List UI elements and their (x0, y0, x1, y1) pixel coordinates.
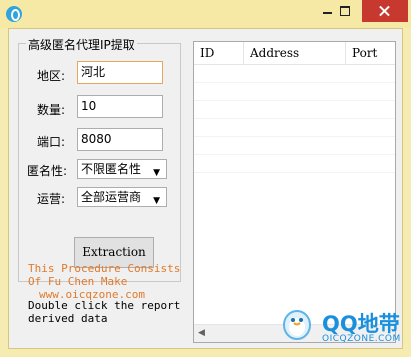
proxy-extract-group: 高级匿名代理IP提取 地区: 河北 数量: 10 端口: 8080 匿名性: 不… (18, 36, 181, 282)
carrier-select[interactable]: 全部运营商 ▼ (77, 187, 167, 207)
credit-line-1: This Procedure Consists (28, 262, 181, 275)
chevron-down-icon: ▼ (153, 168, 160, 178)
group-title: 高级匿名代理IP提取 (26, 36, 137, 53)
grid-line (194, 154, 395, 155)
chevron-down-icon: ▼ (153, 196, 160, 206)
credit-line-2: Of Fu Chen Make (28, 275, 128, 288)
grid-line (194, 136, 395, 137)
grid-line (194, 82, 395, 83)
carrier-value: 全部运营商 (81, 190, 142, 204)
close-icon[interactable] (362, 0, 408, 22)
grid-line (194, 118, 395, 119)
app-window: 高级匿名代理IP提取 地区: 河北 数量: 10 端口: 8080 匿名性: 不… (0, 0, 411, 357)
client-area: 高级匿名代理IP提取 地区: 河北 数量: 10 端口: 8080 匿名性: 不… (8, 28, 403, 349)
anonymity-select[interactable]: 不限匿名性 ▼ (77, 159, 167, 179)
list-header: ID Address Port (194, 42, 395, 65)
proxy-list[interactable]: ID Address Port ◀ (193, 41, 396, 343)
maximize-icon[interactable] (331, 0, 357, 22)
column-header-address[interactable]: Address (244, 42, 346, 64)
region-label: 地区: (37, 69, 66, 83)
carrier-label: 运营: (37, 192, 66, 206)
grid-line (194, 100, 395, 101)
grid-line (194, 172, 395, 173)
watermark-subtext: OICQZONE.COM (322, 334, 401, 344)
column-header-port[interactable]: Port (346, 42, 395, 64)
region-input[interactable]: 河北 (77, 61, 163, 84)
count-label: 数量: (37, 103, 66, 117)
port-label: 端口: (37, 135, 66, 149)
hint-text: Double click the report derived data (28, 299, 181, 325)
anonymity-value: 不限匿名性 (81, 162, 142, 176)
scroll-left-icon[interactable]: ◀ (198, 328, 205, 338)
app-icon (6, 6, 22, 22)
column-header-id[interactable]: ID (194, 42, 244, 64)
anonymity-label: 匿名性: (27, 164, 68, 178)
port-input[interactable]: 8080 (77, 128, 163, 151)
count-input[interactable]: 10 (77, 95, 163, 118)
title-bar[interactable] (0, 0, 411, 28)
qq-penguin-icon (283, 310, 311, 340)
